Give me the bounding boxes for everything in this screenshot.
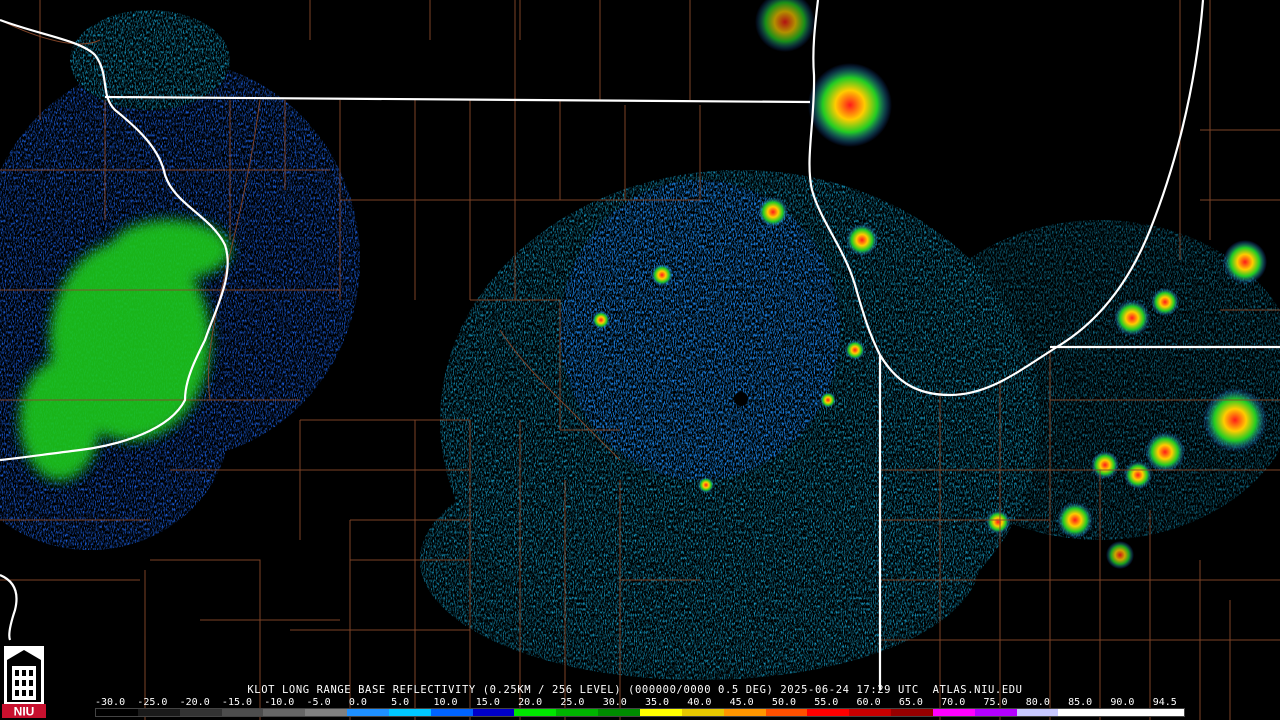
colorbar-swatch: [932, 709, 975, 716]
colorbar-swatch: [388, 709, 431, 716]
colorbar-swatch: [179, 709, 222, 716]
colorbar-label: 75.0: [983, 697, 1008, 708]
colorbar-label: 90.0: [1110, 697, 1135, 708]
colorbar-swatch: [430, 709, 473, 716]
colorbar-label: 25.0: [560, 697, 585, 708]
product-caption: KLOT LONG RANGE BASE REFLECTIVITY (0.25K…: [247, 684, 1023, 696]
colorbar-swatch: [598, 709, 640, 716]
colorbar-swatch: [1100, 709, 1143, 716]
colorbar-swatch: [807, 709, 850, 716]
colorbar-label: 65.0: [898, 697, 923, 708]
colorbar-label: -25.0: [137, 697, 168, 708]
colorbar-label: 60.0: [856, 697, 881, 708]
niu-logo-text: NIU: [14, 705, 35, 719]
colorbar-label: 45.0: [729, 697, 754, 708]
colorbar-label: -5.0: [306, 697, 331, 708]
colorbar-label: 94.5: [1152, 697, 1177, 708]
colorbar: [95, 708, 1185, 717]
radar-echo-inner: [560, 180, 840, 480]
radar-site-marker: [734, 392, 748, 406]
colorbar-swatch: [639, 709, 682, 716]
colorbar-swatch: [347, 709, 389, 716]
colorbar-swatch: [1058, 709, 1101, 716]
colorbar-label: 80.0: [1025, 697, 1050, 708]
colorbar-swatch: [221, 709, 264, 716]
colorbar-swatch: [556, 709, 599, 716]
colorbar-label: -15.0: [221, 697, 253, 708]
colorbar-label: 50.0: [771, 697, 797, 708]
colorbar-swatch: [96, 709, 138, 716]
colorbar-label: -30.0: [95, 697, 126, 708]
colorbar-swatch: [891, 709, 933, 716]
colorbar-label: 70.0: [941, 697, 966, 708]
colorbar-label: -10.0: [264, 697, 295, 708]
colorbar-swatch: [472, 709, 515, 716]
colorbar-swatch: [681, 709, 724, 716]
colorbar-swatch: [974, 709, 1017, 716]
colorbar-swatch: [1016, 709, 1059, 716]
colorbar-label: 10.0: [433, 697, 458, 708]
colorbar-swatch: [765, 709, 808, 716]
colorbar-label: 20.0: [518, 697, 543, 708]
radar-map: [0, 0, 1280, 720]
colorbar-swatch: [263, 709, 306, 716]
niu-logo: NIU: [2, 646, 46, 718]
colorbar-swatch: [137, 709, 180, 716]
radar-echo-west-stratiform: [0, 10, 360, 550]
colorbar-label: 30.0: [602, 697, 627, 708]
colorbar-label: 55.0: [814, 697, 839, 708]
colorbar-label: 35.0: [645, 697, 670, 708]
colorbar-label: 85.0: [1068, 697, 1093, 708]
colorbar-swatch: [305, 709, 348, 716]
colorbar-label: 5.0: [391, 697, 410, 708]
colorbar-swatch: [849, 709, 892, 716]
colorbar-swatch: [1142, 709, 1184, 716]
colorbar-swatch: [514, 709, 557, 716]
colorbar-label: -20.0: [179, 697, 210, 708]
colorbar-label: 15.0: [475, 697, 500, 708]
colorbar-swatch: [723, 709, 766, 716]
colorbar-label: 40.0: [687, 697, 712, 708]
colorbar-label: 0.0: [348, 697, 367, 708]
